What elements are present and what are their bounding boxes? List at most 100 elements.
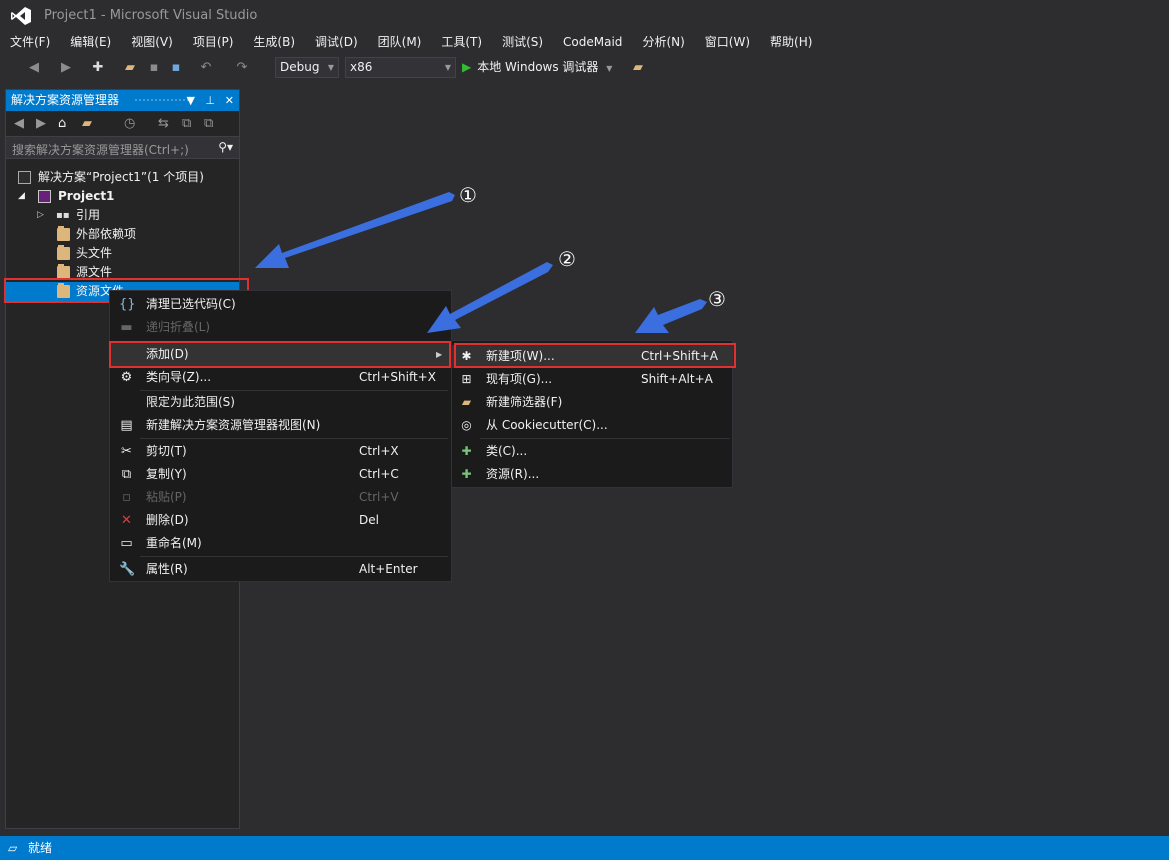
menu-debug[interactable]: 调试(D) — [305, 32, 368, 52]
solution-explorer-toolbar: ◀ ▶ ⌂ ▰ ◷ ⇆ ⧉ ⧉ — [6, 111, 239, 137]
annotation-step-3: ③ — [708, 287, 726, 311]
back-icon[interactable]: ◀ — [26, 60, 42, 76]
status-icon: ▱ — [8, 841, 18, 855]
pending-changes-icon[interactable]: ◷ — [124, 116, 135, 131]
play-icon: ▶ — [462, 60, 472, 74]
title-bar: Project1 - Microsoft Visual Studio — [0, 0, 1169, 32]
show-all-files-icon[interactable]: ⧉ — [204, 116, 213, 131]
scissors-icon: ✂ — [121, 444, 132, 459]
menu-item-delete[interactable]: ✕ 删除(D) Del — [110, 509, 451, 532]
menu-bar: 文件(F) 编辑(E) 视图(V) 项目(P) 生成(B) 调试(D) 团队(M… — [0, 32, 1169, 52]
collapse-all-icon[interactable]: ⧉ — [182, 116, 191, 131]
annotation-step-2: ② — [558, 247, 576, 271]
search-icon[interactable]: ⚲▾ — [218, 140, 233, 154]
rename-icon: ▭ — [120, 536, 133, 551]
wizard-icon: ⚙ — [120, 370, 133, 385]
solution-explorer-header: 解决方案资源管理器 ▼ ⊥ ✕ — [6, 90, 239, 111]
folder-icon — [57, 245, 70, 260]
menu-item-class-wizard[interactable]: ⚙ 类向导(Z)... Ctrl+Shift+X — [110, 366, 451, 389]
status-text: 就绪 — [28, 841, 53, 855]
save-all-icon[interactable]: ▪ — [168, 60, 184, 76]
solution-platform-dropdown[interactable]: x86 ▼ — [345, 57, 456, 78]
menu-test[interactable]: 测试(S) — [492, 32, 553, 52]
open-file-icon[interactable]: ▰ — [122, 60, 138, 76]
chevron-down-icon: ▼ — [327, 63, 334, 72]
menu-window[interactable]: 窗口(W) — [695, 32, 760, 52]
menu-item-clean-code[interactable]: {} 清理已选代码(C) — [110, 293, 451, 316]
menu-analyze[interactable]: 分析(N) — [632, 32, 694, 52]
arrow-step-3 — [635, 299, 707, 333]
braces-icon: {} — [119, 297, 136, 312]
menu-item-recursive-collapse: ▬ 递归折叠(L) — [120, 320, 211, 335]
menu-file[interactable]: 文件(F) — [0, 32, 60, 52]
menu-edit[interactable]: 编辑(E) — [60, 32, 121, 52]
submenu-item-cookiecutter[interactable]: ◎ 从 Cookiecutter(C)... — [452, 414, 732, 437]
back-icon[interactable]: ◀ — [14, 116, 24, 131]
home-icon[interactable]: ⌂ — [58, 116, 66, 131]
tree-item-header-files[interactable]: 头文件 — [6, 244, 239, 263]
chevron-down-icon: ▼ — [444, 63, 451, 72]
menu-view[interactable]: 视图(V) — [121, 32, 183, 52]
cookiecutter-icon: ◎ — [461, 418, 472, 432]
existing-item-icon: ⊞ — [461, 372, 472, 386]
copy-icon: ⧉ — [121, 467, 132, 482]
redo-icon[interactable]: ↷ — [234, 60, 250, 76]
paste-icon: ▫ — [122, 490, 131, 505]
resource-icon: ✚ — [461, 467, 472, 481]
switch-views-icon[interactable]: ▰ — [82, 116, 92, 131]
context-menu: {} 清理已选代码(C) ▬ 递归折叠(L) 添加(D) ▶ ⚙ 类向导(Z).… — [109, 290, 452, 582]
expanded-icon: ◢ — [18, 191, 25, 201]
forward-icon[interactable]: ▶ — [58, 60, 74, 76]
menu-item-cut[interactable]: ✂ 剪切(T) Ctrl+X — [110, 440, 451, 463]
menu-help[interactable]: 帮助(H) — [760, 32, 822, 52]
annotation-step-1: ① — [459, 183, 477, 207]
tree-item-project[interactable]: ◢ Project1 — [6, 187, 239, 206]
close-icon[interactable]: ✕ — [225, 90, 234, 111]
window-position-icon[interactable]: ▼ — [187, 90, 195, 111]
chevron-down-icon: ▼ — [606, 64, 613, 73]
menu-build[interactable]: 生成(B) — [243, 32, 305, 52]
sync-icon[interactable]: ⇆ — [158, 116, 169, 131]
find-in-files-icon[interactable]: ▰ — [630, 60, 646, 76]
window-title: Project1 - Microsoft Visual Studio — [44, 8, 258, 23]
class-icon: ✚ — [461, 444, 472, 458]
highlight-box-add — [109, 341, 451, 368]
solution-explorer-search[interactable]: 搜索解决方案资源管理器(Ctrl+;) ⚲▾ — [6, 137, 239, 159]
start-debug-button[interactable]: ▶ 本地 Windows 调试器 ▼ — [462, 57, 612, 78]
menu-item-properties[interactable]: 🔧 属性(R) Alt+Enter — [110, 558, 451, 581]
solution-explorer-title: 解决方案资源管理器 — [11, 93, 120, 107]
arrow-step-1 — [255, 192, 455, 268]
submenu-item-class[interactable]: ✚ 类(C)... — [452, 440, 732, 463]
folder-icon — [57, 226, 70, 241]
pin-icon[interactable]: ⊥ — [205, 90, 215, 111]
wrench-icon: 🔧 — [119, 562, 136, 577]
submenu-item-resource[interactable]: ✚ 资源(R)... — [452, 463, 732, 486]
save-icon[interactable]: ▪ — [146, 60, 162, 76]
menu-tools[interactable]: 工具(T) — [431, 32, 492, 52]
references-icon: ▪▪ — [56, 210, 70, 221]
menu-item-rename[interactable]: ▭ 重命名(M) — [110, 532, 451, 555]
search-input[interactable]: 搜索解决方案资源管理器(Ctrl+;) — [12, 141, 189, 158]
menu-item-copy[interactable]: ⧉ 复制(Y) Ctrl+C — [110, 463, 451, 486]
menu-project[interactable]: 项目(P) — [183, 32, 244, 52]
menu-item-scope-to-this[interactable]: 限定为此范围(S) — [110, 391, 451, 414]
submenu-item-new-filter[interactable]: ▰ 新建筛选器(F) — [452, 391, 732, 414]
project-icon — [38, 190, 51, 203]
collapsed-icon: ▷ — [37, 210, 44, 220]
undo-icon[interactable]: ↶ — [198, 60, 214, 76]
highlight-box-new-item — [454, 343, 736, 368]
status-bar: ▱ 就绪 — [0, 836, 1169, 860]
tree-item-external-deps[interactable]: 外部依赖项 — [6, 225, 239, 244]
tree-item-references[interactable]: ▷ ▪▪ 引用 — [6, 206, 239, 225]
submenu-item-existing-item[interactable]: ⊞ 现有项(G)... Shift+Alt+A — [452, 368, 732, 391]
solution-config-dropdown[interactable]: Debug ▼ — [275, 57, 339, 78]
tree-item-solution[interactable]: 解决方案“Project1”(1 个项目) — [6, 168, 239, 187]
forward-icon[interactable]: ▶ — [36, 116, 46, 131]
menu-item-new-view[interactable]: ▤ 新建解决方案资源管理器视图(N) — [110, 414, 451, 437]
menu-item-paste: ▫ 粘贴(P) Ctrl+V — [110, 486, 451, 509]
menu-team[interactable]: 团队(M) — [368, 32, 432, 52]
toolbar: ◀ ▶ ✚ ▰ ▪ ▪ ↶ ↷ Debug ▼ x86 ▼ ▶ 本地 Windows … — [0, 55, 1169, 81]
menu-codemaid[interactable]: CodeMaid — [553, 32, 632, 52]
solution-icon — [18, 171, 31, 184]
new-project-icon[interactable]: ✚ — [90, 60, 106, 76]
